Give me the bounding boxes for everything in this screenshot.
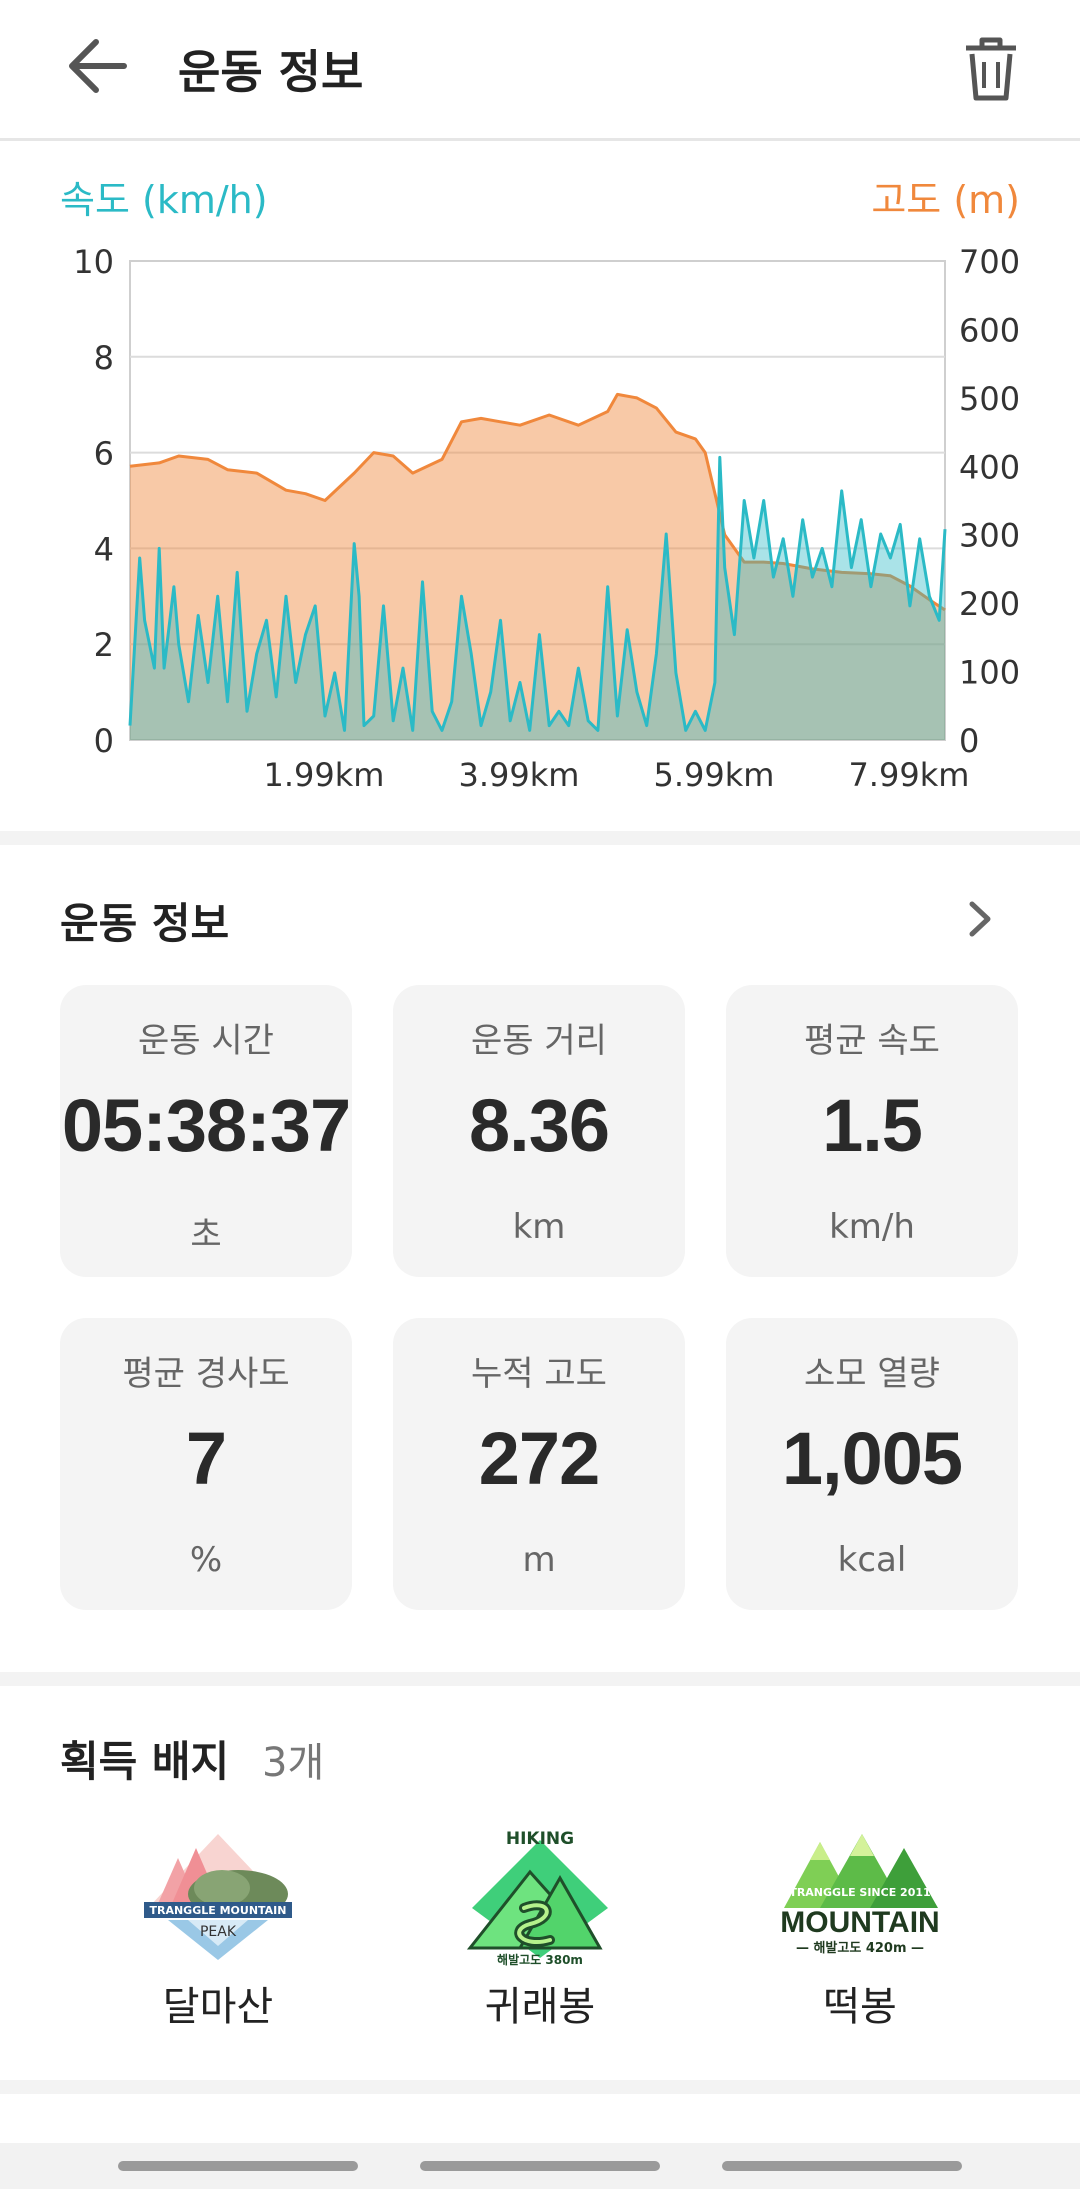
x-tick-label: 7.99km [848, 756, 969, 794]
stat-value: 272 [478, 1417, 600, 1500]
stat-unit: km [512, 1207, 566, 1247]
nav-pill[interactable] [420, 2161, 660, 2171]
delete-button[interactable] [958, 34, 1024, 104]
right-tick-label: 700 [959, 243, 1020, 281]
badges-section-title: 획득 배지 [60, 1737, 230, 1786]
nav-pill[interactable] [722, 2161, 962, 2171]
speed-altitude-chart: 속도 (km/h) 고도 (m) 0 2 4 6 8 10 0 100 200 300 400 500… [0, 141, 1080, 831]
badge-item[interactable]: HIKING 해발고도 380m 귀래봉 [440, 1828, 640, 2048]
trash-icon [966, 37, 1016, 101]
left-tick-label: 0 [94, 722, 114, 760]
left-tick-label: 2 [94, 626, 114, 664]
stat-value: 1.5 [822, 1084, 923, 1167]
svg-text:PEAK: PEAK [200, 1924, 237, 1940]
badge-item[interactable]: TRANGGLE MOUNTAIN PEAK 달마산 [118, 1828, 318, 2048]
section-divider [0, 831, 1080, 845]
stat-label: 운동 거리 [471, 1021, 607, 1061]
svg-text:— 해발고도 420m —: — 해발고도 420m — [796, 1940, 924, 1956]
stat-label: 평균 경사도 [122, 1354, 290, 1394]
chart-canvas: 024681001002003004005006007001.99km 3.99k… [73, 243, 1020, 794]
svg-text:TRANGGLE SINCE 2011: TRANGGLE SINCE 2011 [789, 1886, 930, 1899]
stat-label: 평균 속도 [804, 1021, 940, 1061]
stat-card: 소모 열량 1,005 kcal [726, 1318, 1018, 1610]
stat-unit: 초 [190, 1215, 222, 1255]
stats-section-title: 운동 정보 [60, 899, 230, 948]
badge-name: 달마산 [162, 1984, 274, 2030]
right-tick-label: 300 [959, 517, 1020, 555]
app-header: 운동 정보 [0, 0, 1080, 141]
badge-name: 떡봉 [823, 1984, 897, 2030]
stat-card: 운동 거리 8.36 km [393, 985, 685, 1277]
system-navigation-bar [0, 2143, 1080, 2189]
nav-pill[interactable] [118, 2161, 358, 2171]
stat-unit: % [189, 1540, 223, 1580]
stat-value: 8.36 [468, 1084, 610, 1167]
svg-text:HIKING: HIKING [506, 1829, 574, 1849]
stat-unit: m [522, 1540, 556, 1580]
svg-text:TRANGGLE MOUNTAIN: TRANGGLE MOUNTAIN [149, 1904, 286, 1917]
right-tick-label: 200 [959, 585, 1020, 623]
stat-value: 05:38:37 [61, 1084, 351, 1167]
left-tick-label: 8 [94, 339, 114, 377]
right-tick-label: 400 [959, 448, 1020, 486]
left-tick-label: 6 [94, 435, 114, 473]
badge-mountain-icon: TRANGGLE SINCE 2011 MOUNTAIN — 해발고도 420m… [780, 1834, 940, 1956]
stat-value: 1,005 [781, 1417, 963, 1500]
x-tick-label: 5.99km [653, 756, 774, 794]
arrow-left-icon [69, 39, 127, 93]
stat-unit: kcal [837, 1540, 907, 1580]
right-tick-label: 500 [959, 380, 1020, 418]
right-tick-label: 0 [959, 722, 979, 760]
section-divider [0, 1672, 1080, 1686]
page-title: 운동 정보 [178, 45, 364, 99]
badge-peak-icon: TRANGGLE MOUNTAIN PEAK [144, 1834, 292, 1960]
left-tick-label: 10 [73, 243, 114, 281]
stats-more-button[interactable] [960, 896, 1000, 942]
badge-item[interactable]: TRANGGLE SINCE 2011 MOUNTAIN — 해발고도 420m… [760, 1828, 960, 2048]
svg-text:해발고도 380m: 해발고도 380m [497, 1952, 583, 1967]
right-tick-label: 600 [959, 311, 1020, 349]
stat-card: 평균 경사도 7% [60, 1318, 352, 1610]
badge-hiking-icon: HIKING 해발고도 380m [466, 1829, 608, 1967]
section-divider [0, 2080, 1080, 2094]
stat-card: 평균 속도 1.5 km/h [726, 985, 1018, 1277]
stat-label: 운동 시간 [138, 1021, 274, 1061]
x-tick-label: 1.99km [264, 756, 385, 794]
x-tick-label: 3.99km [459, 756, 580, 794]
chevron-right-icon [969, 901, 991, 937]
back-button[interactable] [62, 30, 142, 104]
right-tick-label: 100 [959, 654, 1020, 692]
svg-text:MOUNTAIN: MOUNTAIN [780, 1906, 939, 1939]
badges-count: 3개 [262, 1740, 325, 1786]
stat-card: 운동 시간 05:38:37 초 [60, 985, 352, 1277]
stat-value: 7 [185, 1417, 227, 1500]
stat-unit: km/h [829, 1207, 915, 1247]
badge-name: 귀래봉 [484, 1984, 596, 2030]
left-tick-label: 4 [94, 530, 114, 568]
stat-label: 누적 고도 [471, 1354, 607, 1394]
stat-label: 소모 열량 [804, 1354, 940, 1394]
stat-card: 누적 고도 272 m [393, 1318, 685, 1610]
